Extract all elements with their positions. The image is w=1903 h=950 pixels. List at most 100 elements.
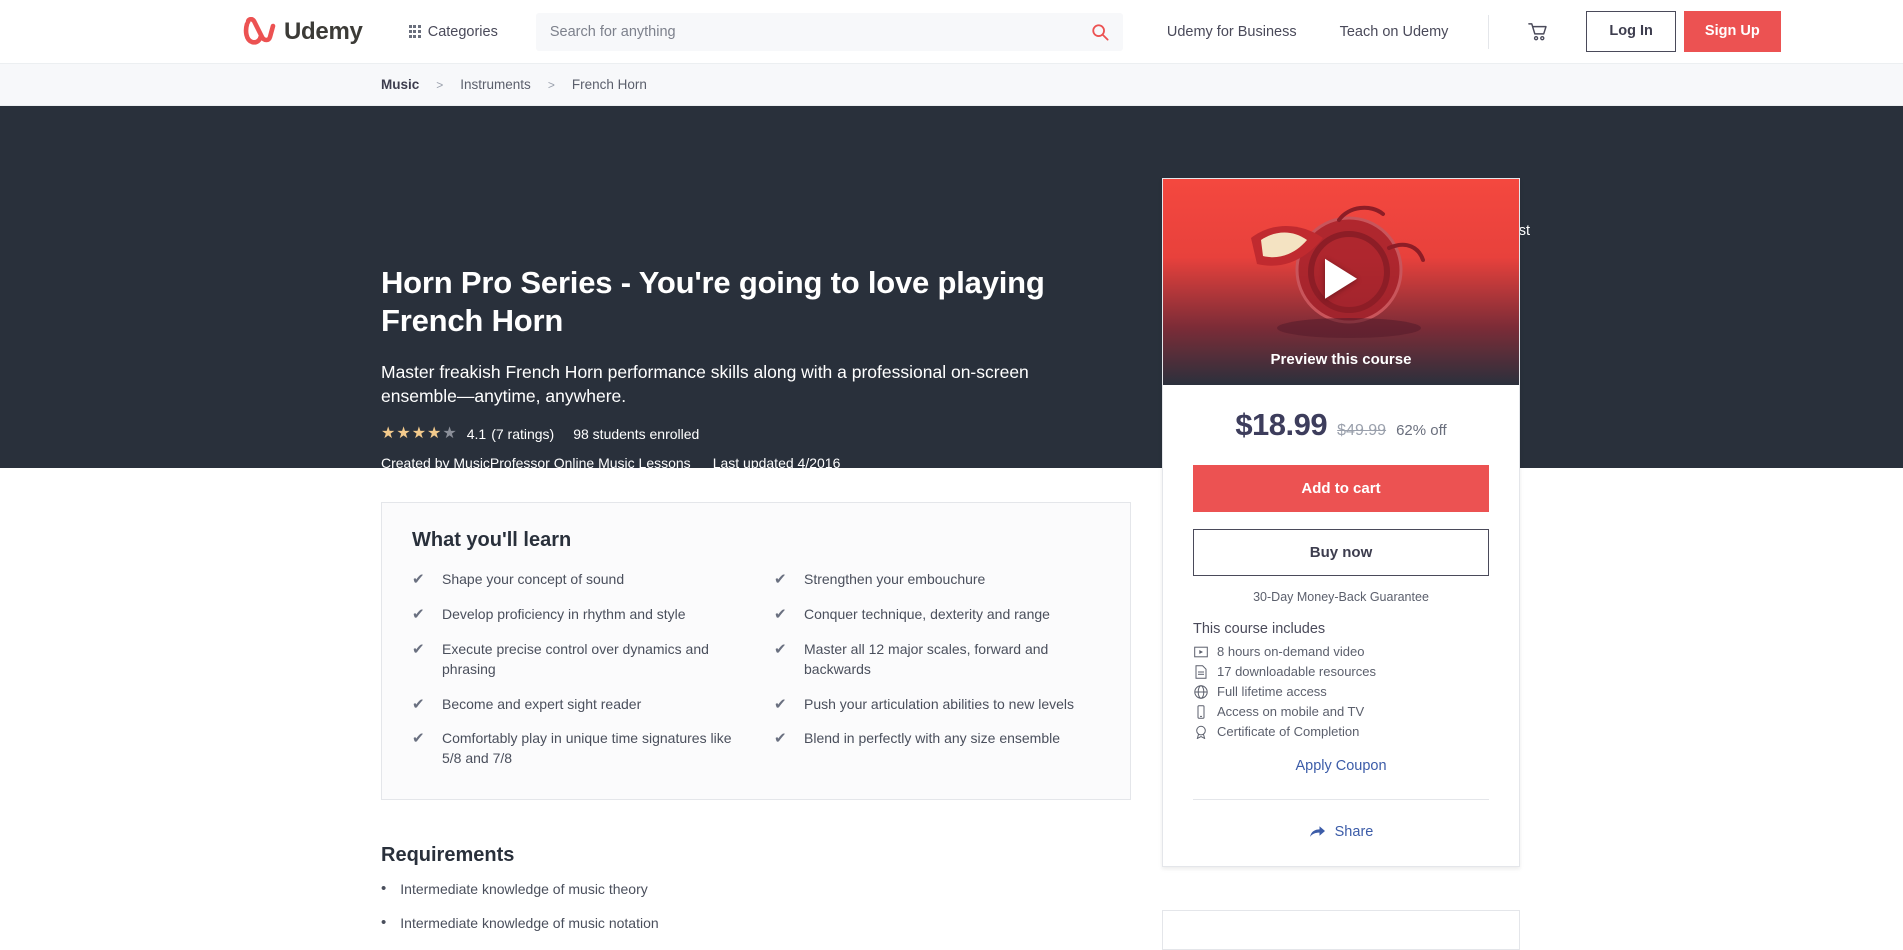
udemy-u-logo-icon <box>243 16 276 45</box>
buy-now-button[interactable]: Buy now <box>1193 529 1489 576</box>
preview-this-course-label: Preview this course <box>1270 351 1412 368</box>
check-icon: ✔ <box>774 571 787 588</box>
cart-button[interactable] <box>1488 14 1548 49</box>
list-item: ✔ Shape your concept of sound <box>412 570 738 590</box>
check-icon: ✔ <box>412 571 425 588</box>
list-item: Access on mobile and TV <box>1193 704 1489 719</box>
course-includes-title: This course includes <box>1193 621 1326 637</box>
list-item-label: Working, playable french horn <box>400 948 586 950</box>
list-item: ✔ Blend in perfectly with any size ensem… <box>774 729 1100 749</box>
list-item: 17 downloadable resources <box>1193 664 1489 679</box>
list-item-label: Master all 12 major scales, forward and … <box>804 640 1049 677</box>
star-icon: ★ <box>442 425 457 443</box>
list-item: ✔ Strengthen your embouchure <box>774 570 1100 590</box>
rating-stars: ★ ★ ★ ★ ★ <box>381 426 457 442</box>
course-language-row: English CC English [Auto-generated] <box>381 484 1903 500</box>
shopping-cart-icon <box>1528 23 1548 41</box>
secondary-sidebar-card <box>1162 910 1520 950</box>
list-item-label: Conquer technique, dexterity and range <box>804 605 1050 622</box>
list-item-label: Intermediate knowledge of music notation <box>400 914 659 931</box>
share-button[interactable]: Share <box>1193 824 1489 840</box>
course-meta-row: Created by MusicProfessor Online Music L… <box>381 455 1903 471</box>
search-icon[interactable] <box>1091 23 1109 41</box>
list-item: ✔ Push your articulation abilities to ne… <box>774 695 1100 715</box>
list-item-label: Push your articulation abilities to new … <box>804 695 1075 712</box>
breadcrumb-item-french-horn[interactable]: French Horn <box>572 77 647 92</box>
check-icon: ✔ <box>774 695 787 713</box>
logo-text: Udemy <box>284 17 363 45</box>
course-includes-list: 8 hours on-demand video 17 downloadable … <box>1193 644 1489 739</box>
check-icon: ✔ <box>412 695 425 713</box>
udemy-logo[interactable]: Udemy <box>243 16 363 47</box>
share-label: Share <box>1334 824 1374 840</box>
list-item-label: Develop proficiency in rhythm and style <box>442 605 686 622</box>
what-you-will-learn-grid: ✔ Shape your concept of sound ✔ Develop … <box>412 570 1100 769</box>
breadcrumb-item-music[interactable]: Music <box>381 77 419 92</box>
course-preview-thumbnail[interactable]: Preview this course <box>1163 179 1519 385</box>
list-item: ✔ Develop proficiency in rhythm and styl… <box>412 605 738 625</box>
rating-value: 4.1 <box>466 426 487 443</box>
nav-link-teach-on-udemy[interactable]: Teach on Udemy <box>1340 24 1449 40</box>
main-content: What you'll learn ✔ Shape your concept o… <box>0 468 1903 950</box>
course-purchase-card: Preview this course $18.99 $49.99 62% of… <box>1162 178 1520 867</box>
check-icon: ✔ <box>774 605 787 623</box>
globe-icon <box>1193 684 1208 699</box>
what-you-will-learn-title: What you'll learn <box>412 529 572 551</box>
check-icon: ✔ <box>412 640 425 658</box>
search-bar[interactable] <box>535 12 1123 51</box>
breadcrumb-separator: > <box>436 77 444 92</box>
list-item-label: Execute precise control over dynamics an… <box>442 640 709 677</box>
course-author[interactable]: Created by MusicProfessor Online Music L… <box>381 455 691 471</box>
list-item: Certificate of Completion <box>1193 724 1489 739</box>
rating-count[interactable]: (7 ratings) <box>491 426 554 442</box>
list-item: • Intermediate knowledge of music notati… <box>381 914 1903 932</box>
list-item: Full lifetime access <box>1193 684 1489 699</box>
students-enrolled: 98 students enrolled <box>573 426 700 443</box>
video-icon <box>1193 644 1208 659</box>
closed-caption-icon: CC <box>473 486 492 499</box>
play-icon[interactable] <box>1325 258 1357 299</box>
signup-button[interactable]: Sign Up <box>1683 11 1781 52</box>
purchase-card-body: $18.99 $49.99 62% off Add to cart Buy no… <box>1163 385 1519 866</box>
breadcrumb: Music > Instruments > French Horn <box>381 77 647 92</box>
search-input[interactable] <box>549 23 1091 40</box>
course-rating-row: ★ ★ ★ ★ ★ 4.1 (7 ratings) 98 students en… <box>381 426 1903 443</box>
list-item-label: Blend in perfectly with any size ensembl… <box>804 730 1061 747</box>
money-back-guarantee: 30-Day Money-Back Guarantee <box>1253 590 1429 604</box>
what-you-will-learn-box: What you'll learn ✔ Shape your concept o… <box>381 502 1131 801</box>
breadcrumb-separator: > <box>547 77 555 92</box>
nav-link-udemy-for-business[interactable]: Udemy for Business <box>1167 24 1297 40</box>
bullet-icon: • <box>381 948 386 950</box>
course-captions: CC English [Auto-generated] <box>473 484 652 500</box>
mobile-icon <box>1193 704 1208 719</box>
list-item-label: Become and expert sight reader <box>442 695 642 712</box>
course-language-label: English <box>402 484 448 501</box>
add-to-cart-button[interactable]: Add to cart <box>1193 465 1489 512</box>
star-icon: ★ <box>427 425 442 443</box>
star-icon: ★ <box>381 425 396 443</box>
login-button[interactable]: Log In <box>1586 11 1676 52</box>
course-hero-section: Gift This Course Wishlist Horn Pro Serie… <box>0 106 1903 500</box>
list-item-label: Certificate of Completion <box>1217 724 1360 739</box>
check-icon: ✔ <box>774 640 787 658</box>
breadcrumb-bar: Music > Instruments > French Horn <box>0 64 1903 106</box>
course-title: Horn Pro Series - You're going to love p… <box>381 265 1045 338</box>
list-item-label: Strengthen your embouchure <box>804 571 986 587</box>
list-item: ✔ Comfortably play in unique time signat… <box>412 729 738 769</box>
list-item-label: Full lifetime access <box>1217 684 1327 699</box>
learn-column-left: ✔ Shape your concept of sound ✔ Develop … <box>412 570 738 769</box>
course-subtitle: Master freakish French Horn performance … <box>381 361 1029 407</box>
apply-coupon-link[interactable]: Apply Coupon <box>1193 758 1489 774</box>
list-item-label: Intermediate knowledge of music theory <box>400 881 648 898</box>
categories-button[interactable]: Categories <box>408 24 498 40</box>
card-divider <box>1193 799 1489 800</box>
check-icon: ✔ <box>412 605 425 623</box>
grid-icon <box>408 25 421 38</box>
breadcrumb-item-instruments[interactable]: Instruments <box>460 77 531 92</box>
share-arrow-icon <box>1309 826 1325 837</box>
check-icon: ✔ <box>412 730 425 748</box>
course-last-updated: Last updated 4/2016 <box>712 455 841 472</box>
list-item: 8 hours on-demand video <box>1193 644 1489 659</box>
list-item-label: Shape your concept of sound <box>442 571 625 587</box>
original-price: $49.99 <box>1337 422 1387 439</box>
